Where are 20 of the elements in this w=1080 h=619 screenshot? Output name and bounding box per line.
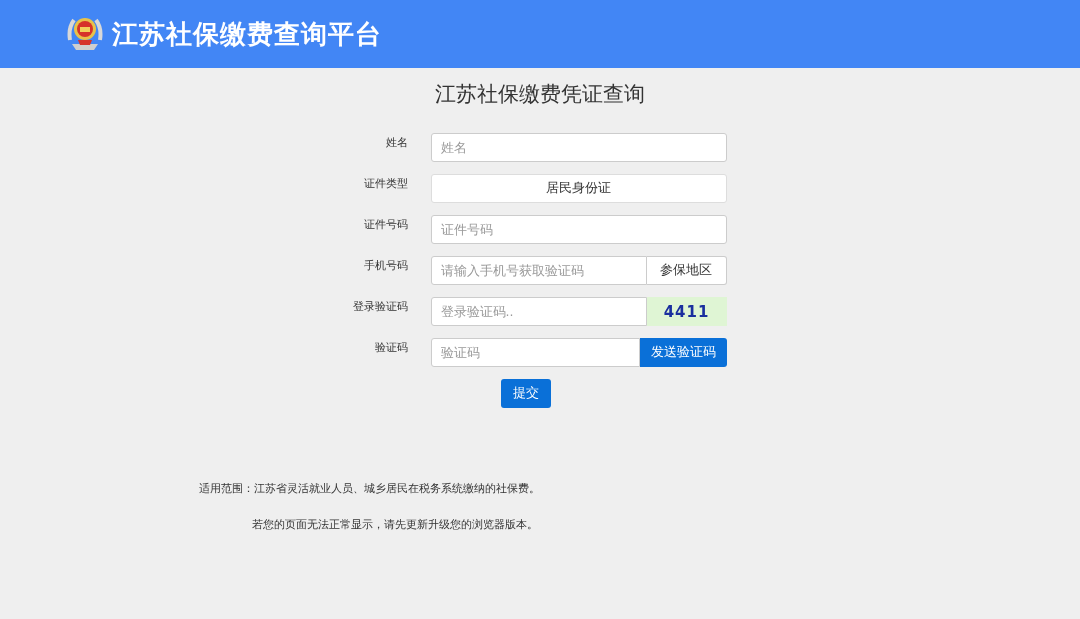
captcha-field[interactable]: 登录验证码.. — [430, 297, 647, 326]
field-label: 登录验证码 — [352, 299, 408, 315]
captcha-image[interactable]: 4411 — [646, 297, 727, 326]
text-field[interactable]: 姓名 — [430, 133, 727, 162]
note-text: 若您的页面无法正常显示，请先更新升级您的浏览器版本。 — [252, 518, 538, 530]
field-label: 证件类型 — [363, 176, 408, 192]
field-label: 姓名 — [385, 135, 408, 151]
text-field[interactable]: 证件号码 — [430, 215, 727, 244]
note-text: 适用范围：江苏省灵活就业人员、城乡居民在税务系统缴纳的社保费。 — [199, 482, 540, 494]
phone-field[interactable]: 请输入手机号获取验证码 — [430, 256, 647, 285]
page-title: 江苏社保缴费凭证查询 — [435, 81, 645, 108]
select-field[interactable]: 居民身份证 — [430, 174, 727, 203]
code-field[interactable]: 验证码 — [430, 338, 640, 367]
region-select[interactable]: 参保地区 — [646, 256, 727, 285]
field-label: 证件号码 — [363, 217, 408, 233]
field-label: 手机号码 — [363, 258, 408, 274]
site-title: 江苏社保缴费查询平台 — [112, 17, 382, 51]
send-code-button[interactable]: 发送验证码 — [639, 338, 727, 367]
submit-button[interactable]: 提交 — [501, 379, 551, 408]
field-label: 验证码 — [374, 340, 408, 356]
